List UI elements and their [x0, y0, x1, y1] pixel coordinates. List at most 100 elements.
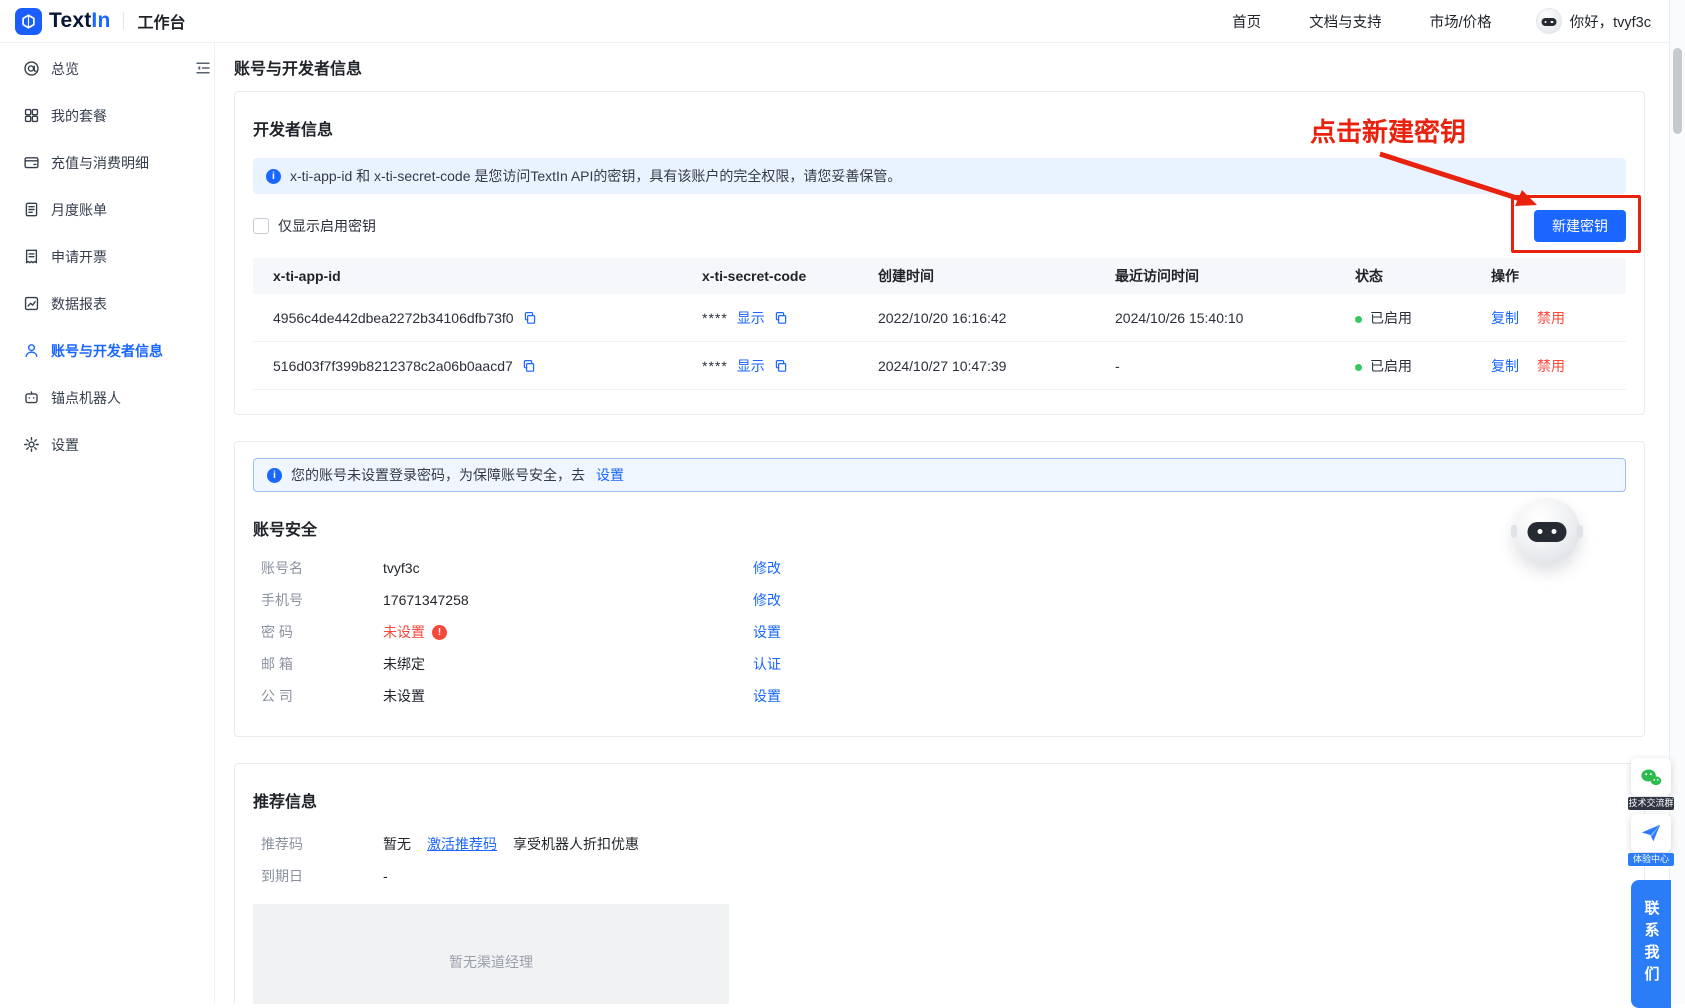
activate-referral-link[interactable]: 激活推荐码 [427, 834, 497, 854]
verify-email-link[interactable]: 认证 [753, 654, 781, 674]
show-enabled-only-checkbox[interactable]: 仅显示启用密钥 [253, 216, 376, 236]
checkbox-label: 仅显示启用密钥 [278, 216, 376, 236]
sidebar-item-invoice[interactable]: 申请开票 [0, 233, 214, 280]
warning-icon: ! [432, 625, 447, 640]
info-icon: i [266, 169, 281, 184]
info-icon: i [267, 468, 282, 483]
modify-phone-link[interactable]: 修改 [753, 590, 781, 610]
referral-info-card: 推荐信息 推荐码 暂无 激活推荐码 享受机器人折扣优惠 到期日 - 暂无渠道经理 [234, 763, 1645, 1004]
status-cell: 已启用 [1355, 356, 1491, 376]
security-row-company: 公 司 未设置 设置 [261, 680, 1626, 712]
disable-key-link[interactable]: 禁用 [1537, 356, 1565, 376]
sidebar-item-overview[interactable]: 总览 [0, 45, 214, 92]
scrollbar-thumb[interactable] [1673, 48, 1682, 134]
invoice-icon [23, 248, 40, 265]
main-content: 账号与开发者信息 开发者信息 i x-ti-app-id 和 x-ti-secr… [215, 43, 1669, 1004]
create-key-button[interactable]: 新建密钥 [1534, 210, 1626, 242]
copy-icon[interactable] [774, 311, 788, 325]
key-table-row: 4956c4de442dbea2272b34106dfb73f0 **** 显示… [253, 294, 1626, 342]
referral-info-title: 推荐信息 [253, 788, 1626, 812]
nav-market-pricing[interactable]: 市场/价格 [1430, 11, 1492, 32]
packages-icon [23, 107, 40, 124]
copy-key-link[interactable]: 复制 [1491, 308, 1519, 328]
modify-username-link[interactable]: 修改 [753, 558, 781, 578]
sidebar-collapse-icon[interactable] [194, 59, 212, 77]
experience-center-button[interactable] [1631, 814, 1671, 852]
created-time: 2022/10/20 16:16:42 [878, 310, 1115, 326]
page-title: 账号与开发者信息 [234, 55, 362, 79]
paper-plane-icon [1640, 822, 1662, 844]
security-row-password: 密 码 未设置 ! 设置 [261, 616, 1626, 648]
account-security-card: i 您的账号未设置登录密码，为保障账号安全，去 设置 账号安全 账号名 tvyf… [234, 441, 1645, 737]
copy-icon[interactable] [522, 359, 536, 373]
wallet-icon [23, 154, 40, 171]
expiry-value: - [383, 868, 1626, 884]
app-id-value: 4956c4de442dbea2272b34106dfb73f0 [273, 310, 514, 326]
report-icon [23, 295, 40, 312]
sidebar-item-settings[interactable]: 设置 [0, 421, 214, 468]
created-time: 2024/10/27 10:47:39 [878, 358, 1115, 374]
bill-icon [23, 201, 40, 218]
referral-note: 享受机器人折扣优惠 [513, 834, 639, 854]
textin-logo-icon[interactable] [15, 8, 42, 35]
account-security-title: 账号安全 [253, 516, 1626, 540]
divider [123, 12, 124, 30]
settings-icon [23, 436, 40, 453]
copy-icon[interactable] [774, 359, 788, 373]
copy-icon[interactable] [523, 311, 537, 325]
sidebar-item-monthly-bill[interactable]: 月度账单 [0, 186, 214, 233]
banner-text: 您的账号未设置登录密码，为保障账号安全，去 [291, 465, 585, 485]
top-nav: 首页 文档与支持 市场/价格 [1232, 11, 1492, 32]
nav-docs-support[interactable]: 文档与支持 [1309, 11, 1382, 32]
copy-key-link[interactable]: 复制 [1491, 356, 1519, 376]
user-greeting: 你好，tvyf3c [1570, 11, 1651, 32]
set-password-link[interactable]: 设置 [596, 465, 624, 485]
checkbox-box[interactable] [253, 218, 269, 234]
status-cell: 已启用 [1355, 308, 1491, 328]
key-table-row: 516d03f7f399b8212378c2a06b0aacd7 **** 显示… [253, 342, 1626, 390]
nav-home[interactable]: 首页 [1232, 11, 1261, 32]
security-row-email: 邮 箱 未绑定 认证 [261, 648, 1626, 680]
key-toolbar: 仅显示启用密钥 新建密钥 [253, 208, 1626, 244]
set-company-link[interactable]: 设置 [753, 686, 781, 706]
sidebar-item-packages[interactable]: 我的套餐 [0, 92, 214, 139]
sidebar: 总览 我的套餐 充值与消费明细 月度账单 申请开票 数据报表 账号与开发者信息 … [0, 43, 215, 1004]
disable-key-link[interactable]: 禁用 [1537, 308, 1565, 328]
logo-text[interactable]: TextIn [49, 9, 110, 33]
show-secret-link[interactable]: 显示 [737, 308, 765, 328]
sidebar-item-data-reports[interactable]: 数据报表 [0, 280, 214, 327]
top-bar: TextIn 工作台 首页 文档与支持 市场/价格 你好，tvyf3c [0, 0, 1685, 43]
developer-info-title: 开发者信息 [253, 116, 1626, 140]
user-menu[interactable]: 你好，tvyf3c [1536, 8, 1651, 34]
developer-info-card: 开发者信息 i x-ti-app-id 和 x-ti-secret-code 是… [234, 91, 1645, 415]
wechat-group-button[interactable] [1631, 758, 1671, 796]
security-rows: 账号名 tvyf3c 修改 手机号 17671347258 修改 密 码 未设置… [253, 552, 1626, 712]
experience-center-label: 体验中心 [1628, 853, 1674, 866]
show-secret-link[interactable]: 显示 [737, 356, 765, 376]
wechat-icon [1639, 767, 1663, 787]
workspace-title: 工作台 [137, 9, 185, 33]
referral-rows: 推荐码 暂无 激活推荐码 享受机器人折扣优惠 到期日 - [253, 828, 1626, 892]
referral-code-row: 推荐码 暂无 激活推荐码 享受机器人折扣优惠 [261, 828, 1626, 860]
secret-mask: **** [702, 310, 728, 326]
referral-expiry-row: 到期日 - [261, 860, 1626, 892]
sidebar-item-account-developer-info[interactable]: 账号与开发者信息 [0, 327, 214, 374]
account-icon [23, 342, 40, 359]
status-dot [1355, 364, 1362, 371]
contact-us-button[interactable]: 联系我们 [1631, 880, 1671, 1008]
wechat-group-label: 技术交流群 [1628, 797, 1674, 810]
status-dot [1355, 316, 1362, 323]
sidebar-item-recharge-details[interactable]: 充值与消费明细 [0, 139, 214, 186]
password-warning-banner: i 您的账号未设置登录密码，为保障账号安全，去 设置 [253, 458, 1626, 492]
channel-manager-placeholder: 暂无渠道经理 [253, 904, 729, 1004]
avatar [1536, 8, 1562, 34]
robot-avatar [1514, 498, 1580, 564]
set-password-link[interactable]: 设置 [753, 622, 781, 642]
referral-code-value: 暂无 [383, 834, 411, 854]
page-header: 账号与开发者信息 [234, 43, 1645, 91]
overview-icon [23, 60, 40, 77]
security-row-phone: 手机号 17671347258 修改 [261, 584, 1626, 616]
sidebar-item-anchor-robot[interactable]: 锚点机器人 [0, 374, 214, 421]
last-access-time: - [1115, 358, 1355, 374]
key-table-header: x-ti-app-id x-ti-secret-code 创建时间 最近访问时间… [253, 258, 1626, 294]
